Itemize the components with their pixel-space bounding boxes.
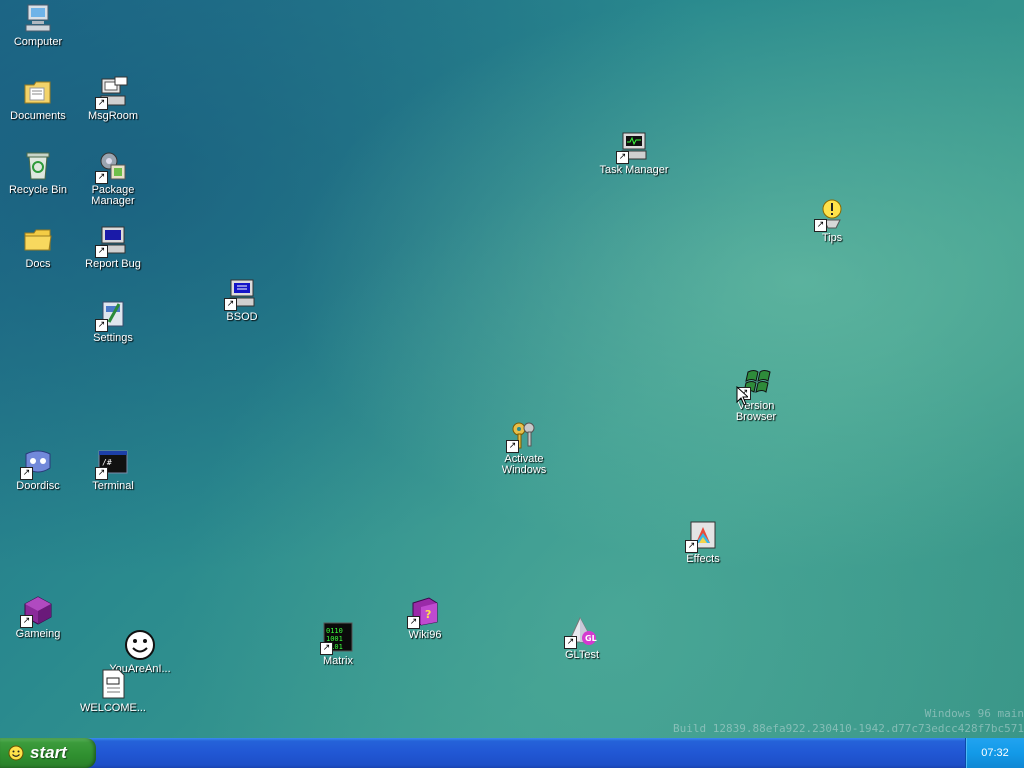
watermark-build: Build 12839.88efa922.230410-1942.d77c73e… [673, 722, 1024, 735]
icon-label: Version Browser [735, 400, 777, 423]
icon-label: Settings [93, 332, 133, 344]
svg-text:/#: /# [102, 458, 112, 467]
icon-label: Doordisc [16, 480, 60, 492]
settings-icon: ↗ [95, 298, 129, 332]
desktop-icon-gltest[interactable]: GL ↗ GLTest [544, 615, 620, 661]
desktop-icon-gameing[interactable]: ↗ Gameing [0, 594, 76, 640]
shortcut-arrow-icon: ↗ [224, 298, 237, 311]
desktop-icon-tips[interactable]: ↗ Tips [794, 198, 870, 244]
icon-label: Activate Windows [501, 453, 547, 476]
desktop-icon-effects[interactable]: ↗ Effects [665, 519, 741, 565]
start-button[interactable]: start [0, 738, 96, 768]
documents-folder-icon [22, 76, 54, 108]
desktop[interactable]: Computer Documents ↗ MsgRoom Recycle Bin… [0, 0, 1024, 738]
icon-label: Matrix [323, 655, 353, 667]
desktop-icon-wiki96[interactable]: ? ↗ Wiki96 [387, 595, 463, 641]
desktop-icon-computer[interactable]: Computer [0, 2, 76, 48]
icon-label: Recycle Bin [8, 184, 68, 196]
computer-icon [22, 2, 54, 34]
desktop-icon-doordisc[interactable]: ↗ Doordisc [0, 446, 76, 492]
folder-icon [22, 224, 54, 256]
desktop-icon-report-bug[interactable]: ↗ Report Bug [75, 224, 151, 270]
keys-icon: ↗ [506, 419, 540, 453]
desktop-icon-bsod[interactable]: ↗ BSOD [204, 277, 280, 323]
matrix-icon: 0110 1001 0101 ↗ [320, 621, 354, 655]
shortcut-arrow-icon: ↗ [564, 636, 577, 649]
icon-label: Gameing [15, 628, 61, 640]
package-manager-icon: ↗ [95, 150, 129, 184]
shortcut-arrow-icon: ↗ [616, 151, 629, 164]
shortcut-arrow-icon: ↗ [20, 615, 33, 628]
gl-pyramid-icon: GL ↗ [564, 615, 598, 649]
svg-text:?: ? [425, 608, 431, 621]
task-manager-icon: ↗ [616, 130, 650, 164]
icon-label: Terminal [92, 480, 134, 492]
shortcut-arrow-icon: ↗ [685, 540, 698, 553]
shortcut-arrow-icon: ↗ [95, 97, 108, 110]
desktop-icon-task-manager[interactable]: ↗ Task Manager [596, 130, 672, 176]
build-watermark: Windows 96 main Build 12839.88efa922.230… [673, 706, 1024, 736]
msgroom-icon: ↗ [95, 76, 129, 110]
taskbar: start 07:32 [0, 738, 1024, 768]
shortcut-arrow-icon: ↗ [506, 440, 519, 453]
desktop-icon-version-browser[interactable]: ↗ Version Browser [718, 366, 794, 423]
svg-text:0110: 0110 [326, 627, 343, 635]
icon-label: Report Bug [85, 258, 141, 270]
recycle-bin-icon [22, 150, 54, 182]
bsod-icon: ↗ [224, 277, 258, 311]
smiley-face-icon [124, 629, 156, 661]
desktop-icon-settings[interactable]: ↗ Settings [75, 298, 151, 344]
desktop-icon-package-manager[interactable]: ↗ Package Manager [75, 150, 151, 207]
tips-icon: ↗ [814, 198, 848, 232]
desktop-icon-matrix[interactable]: 0110 1001 0101 ↗ Matrix [300, 621, 376, 667]
icon-label: WELCOME... [79, 702, 146, 714]
desktop-icon-welcome[interactable]: WELCOME... [75, 668, 151, 714]
shortcut-arrow-icon: ↗ [814, 219, 827, 232]
shortcut-arrow-icon: ↗ [320, 642, 333, 655]
icon-label: BSOD [226, 311, 258, 323]
game-cube-icon: ↗ [20, 594, 54, 628]
desktop-icon-documents[interactable]: Documents [0, 76, 76, 122]
desktop-icon-activate-windows[interactable]: ↗ Activate Windows [486, 419, 562, 476]
desktop-icon-recycle-bin[interactable]: Recycle Bin [0, 150, 76, 196]
icon-label: Package Manager [91, 184, 135, 207]
icon-label: Task Manager [599, 164, 669, 176]
clock[interactable]: 07:32 [981, 747, 1009, 759]
shortcut-arrow-icon: ↗ [95, 319, 108, 332]
text-file-icon [97, 668, 129, 700]
icon-label: Docs [25, 258, 51, 270]
desktop-icon-msgroom[interactable]: ↗ MsgRoom [75, 76, 151, 122]
shortcut-arrow-icon: ↗ [95, 467, 108, 480]
shortcut-arrow-icon: ↗ [407, 616, 420, 629]
shortcut-arrow-icon: ↗ [95, 245, 108, 258]
desktop-icon-docs[interactable]: Docs [0, 224, 76, 270]
mouse-pointer-icon [736, 386, 748, 406]
shortcut-arrow-icon: ↗ [95, 171, 108, 184]
shortcut-arrow-icon: ↗ [20, 467, 33, 480]
watermark-edition: Windows 96 main [924, 707, 1024, 720]
report-bug-icon: ↗ [95, 224, 129, 258]
icon-label: Tips [821, 232, 843, 244]
help-book-icon: ? ↗ [407, 595, 441, 629]
effects-icon: ↗ [685, 519, 719, 553]
desktop-icon-terminal[interactable]: /# ↗ Terminal [75, 446, 151, 492]
icon-label: Computer [13, 36, 63, 48]
icon-label: MsgRoom [87, 110, 139, 122]
icon-label: Documents [10, 110, 66, 122]
system-tray: 07:32 [965, 738, 1024, 768]
start-label: start [30, 743, 67, 762]
icon-label: Wiki96 [408, 629, 442, 641]
icon-label: GLTest [564, 649, 600, 661]
svg-text:GL: GL [585, 634, 597, 643]
icon-label: Effects [686, 553, 720, 565]
terminal-icon: /# ↗ [95, 446, 129, 480]
doordisc-icon: ↗ [20, 446, 54, 480]
smiley-start-icon [8, 745, 24, 761]
